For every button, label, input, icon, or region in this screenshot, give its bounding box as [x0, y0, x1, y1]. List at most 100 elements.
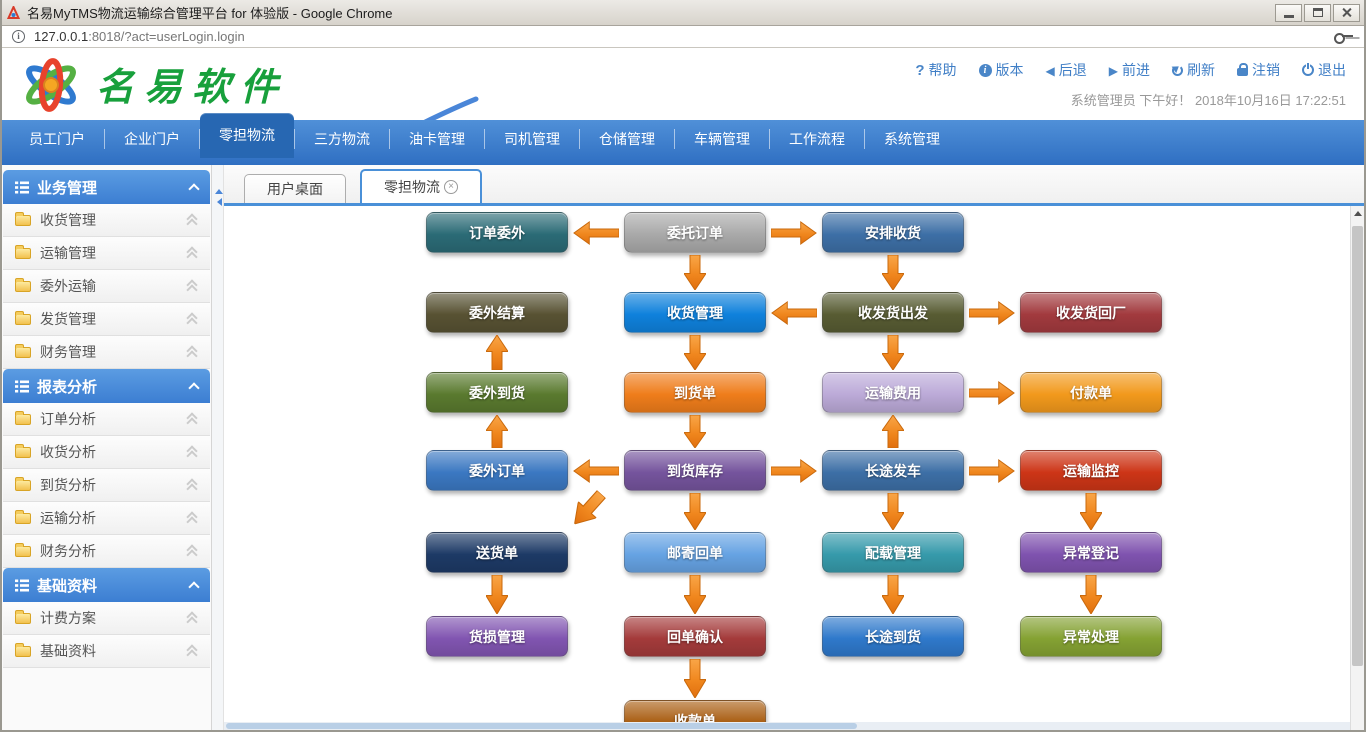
sidebar-item-label: 运输分析 [40, 508, 186, 528]
sidebar-section-header[interactable]: 业务管理 [3, 170, 210, 204]
flow-node[interactable]: 付款单 [1020, 372, 1162, 413]
nav-tab[interactable]: 企业门户 [105, 120, 199, 158]
header-link-label: 注销 [1252, 60, 1280, 80]
nav-tab[interactable]: 系统管理 [865, 120, 959, 158]
nav-tab[interactable]: 仓储管理 [580, 120, 674, 158]
flow-arrow [1080, 493, 1102, 530]
sidebar-section-title: 报表分析 [37, 376, 190, 397]
header-link-后退[interactable]: 后退 [1046, 60, 1087, 80]
flow-node[interactable]: 送货单 [426, 532, 568, 573]
flow-node[interactable]: 收发货回厂 [1020, 292, 1162, 333]
scroll-up-button[interactable] [1351, 206, 1364, 221]
flow-node[interactable]: 货损管理 [426, 616, 568, 657]
flow-node[interactable]: 异常处理 [1020, 616, 1162, 657]
flow-node[interactable]: 委外到货 [426, 372, 568, 413]
flow-node[interactable]: 安排收货 [822, 212, 964, 253]
maximize-button[interactable] [1304, 4, 1331, 22]
close-button[interactable] [1333, 4, 1360, 22]
vertical-scroll-thumb[interactable] [1352, 226, 1363, 666]
sidebar-item[interactable]: 运输分析 [3, 502, 210, 535]
content-panel: 用户桌面零担物流 订单委外 委托订单 安排收货委外结算 收货管理 收发货出发 收发货回厂委… [224, 165, 1364, 730]
flow-node[interactable]: 配载管理 [822, 532, 964, 573]
nav-tab[interactable]: 油卡管理 [390, 120, 484, 158]
page-info-icon[interactable]: i [12, 30, 25, 43]
status-line: 系统管理员 下午好！ 2018年10月16日 17:22:51 [1071, 90, 1346, 109]
header-link-label: 刷新 [1187, 60, 1215, 80]
list-icon [15, 181, 29, 194]
flow-arrow [969, 381, 1015, 405]
nav-tabs: 员工门户企业门户零担物流三方物流油卡管理司机管理仓储管理车辆管理工作流程系统管理 [2, 120, 1364, 165]
flow-node[interactable]: 到货单 [624, 372, 766, 413]
sidebar-item[interactable]: 收货管理 [3, 204, 210, 237]
flow-arrow [969, 459, 1015, 483]
nav-tab[interactable]: 零担物流 [200, 113, 294, 158]
sidebar-section-header[interactable]: 基础资料 [3, 568, 210, 602]
nav-tab[interactable]: 工作流程 [770, 120, 864, 158]
nav-tab[interactable]: 车辆管理 [675, 120, 769, 158]
horizontal-scroll-thumb[interactable] [226, 723, 857, 729]
content-tab[interactable]: 用户桌面 [244, 174, 346, 203]
folder-icon [15, 513, 31, 524]
header-link-注销[interactable]: 注销 [1237, 60, 1280, 80]
vertical-scrollbar[interactable] [1350, 206, 1364, 730]
header-link-label: 退出 [1318, 60, 1346, 80]
sidebar-section-title: 基础资料 [37, 575, 190, 596]
header-link-退出[interactable]: 退出 [1302, 60, 1346, 80]
flow-node[interactable]: 委外结算 [426, 292, 568, 333]
sidebar-item[interactable]: 财务分析 [3, 535, 210, 568]
flow-node[interactable]: 订单委外 [426, 212, 568, 253]
sidebar-item[interactable]: 订单分析 [3, 403, 210, 436]
folder-icon [15, 480, 31, 491]
flow-node[interactable]: 邮寄回单 [624, 532, 766, 573]
flow-node[interactable]: 委外订单 [426, 450, 568, 491]
sidebar-item-label: 财务分析 [40, 541, 186, 561]
tab-close-icon[interactable] [444, 180, 458, 194]
flow-node[interactable]: 长途到货 [822, 616, 964, 657]
sidebar-item[interactable]: 委外运输 [3, 270, 210, 303]
browser-window: 名易MyTMS物流运输综合管理平台 for 体验版 - Google Chrom… [0, 0, 1366, 732]
folder-icon [15, 546, 31, 557]
nav-tab[interactable]: 员工门户 [10, 120, 104, 158]
url-text[interactable]: 127.0.0.1:8018/?act=userLogin.login [34, 29, 1334, 44]
content-tab[interactable]: 零担物流 [360, 169, 482, 203]
horizontal-scrollbar[interactable] [224, 722, 1350, 730]
flow-arrow [486, 575, 508, 614]
sidebar-item[interactable]: 财务管理 [3, 336, 210, 369]
nav-tab[interactable]: 三方物流 [295, 120, 389, 158]
browser-titlebar[interactable]: 名易MyTMS物流运输综合管理平台 for 体验版 - Google Chrom… [2, 0, 1364, 26]
flow-node[interactable]: 收发货出发 [822, 292, 964, 333]
sidebar-item[interactable]: 运输管理 [3, 237, 210, 270]
sidebar-item[interactable]: 收货分析 [3, 436, 210, 469]
header-link-前进[interactable]: 前进 [1109, 60, 1150, 80]
flow-node[interactable]: 收款单 [624, 700, 766, 722]
key-icon[interactable] [1334, 32, 1354, 42]
flow-arrow [969, 301, 1015, 325]
flow-node[interactable]: 异常登记 [1020, 532, 1162, 573]
address-bar[interactable]: i 127.0.0.1:8018/?act=userLogin.login [2, 26, 1364, 48]
back-icon [1046, 62, 1055, 78]
flow-node[interactable]: 长途发车 [822, 450, 964, 491]
sidebar-item[interactable]: 到货分析 [3, 469, 210, 502]
flow-node[interactable]: 委托订单 [624, 212, 766, 253]
flow-node[interactable]: 运输监控 [1020, 450, 1162, 491]
header-link-刷新[interactable]: 刷新 [1172, 60, 1215, 80]
nav-tab[interactable]: 司机管理 [485, 120, 579, 158]
maximize-icon [1313, 8, 1323, 17]
sidebar-item[interactable]: 发货管理 [3, 303, 210, 336]
flow-node[interactable]: 运输费用 [822, 372, 964, 413]
refresh-icon [1172, 65, 1183, 76]
flow-node[interactable]: 回单确认 [624, 616, 766, 657]
sidebar-item[interactable]: 计费方案 [3, 602, 210, 635]
flow-node[interactable]: 收货管理 [624, 292, 766, 333]
content-tabstrip: 用户桌面零担物流 [224, 165, 1364, 203]
header-link-版本[interactable]: 版本 [979, 60, 1024, 80]
sidebar-section-header[interactable]: 报表分析 [3, 369, 210, 403]
sidebar-collapse-handle[interactable] [212, 165, 224, 730]
header-link-帮助[interactable]: 帮助 [915, 60, 956, 80]
flow-node[interactable]: 到货库存 [624, 450, 766, 491]
folder-icon [15, 447, 31, 458]
minimize-button[interactable] [1275, 4, 1302, 22]
power-icon [1302, 64, 1314, 76]
sidebar-item-label: 委外运输 [40, 276, 186, 296]
sidebar-item[interactable]: 基础资料 [3, 635, 210, 668]
